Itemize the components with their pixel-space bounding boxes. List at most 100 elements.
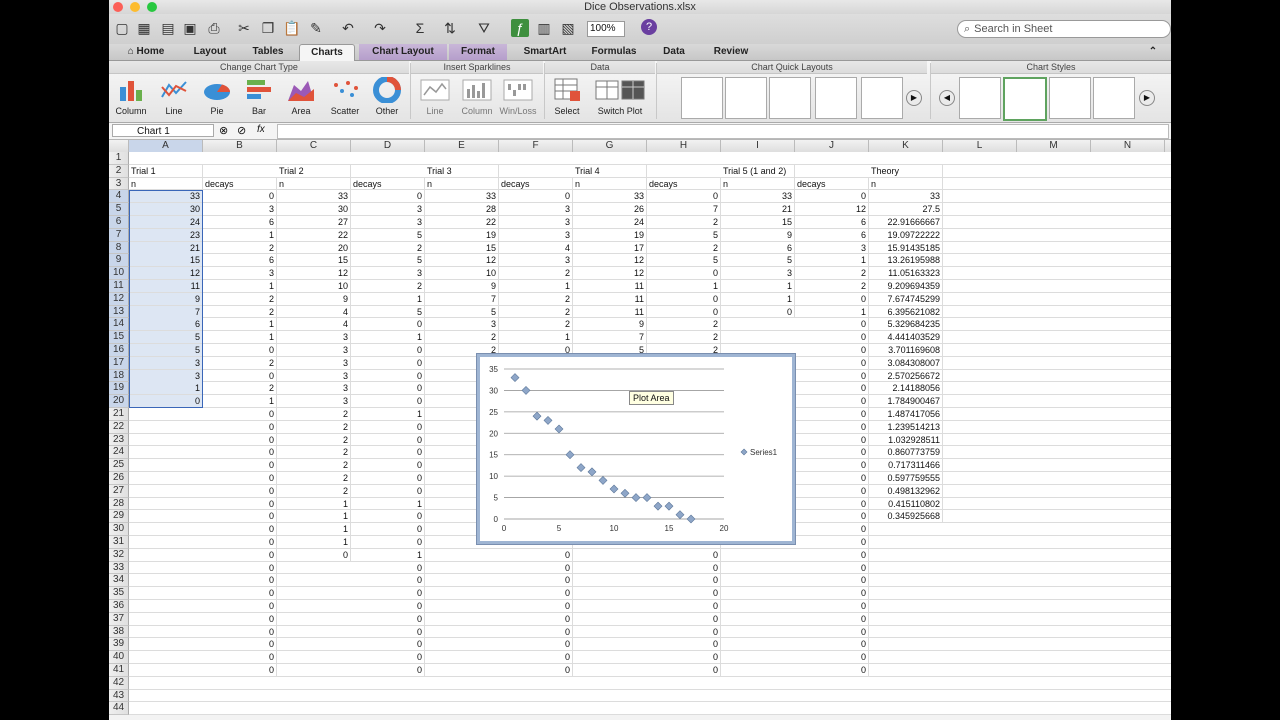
chart-style-3[interactable] <box>1049 77 1091 119</box>
cell-B[interactable]: 6 <box>203 216 277 228</box>
cell-C[interactable]: 12 <box>277 267 351 280</box>
row-header-36[interactable]: 36 <box>109 600 129 613</box>
cell-C[interactable]: 22 <box>277 228 351 241</box>
cell-D[interactable]: 1 <box>351 331 425 344</box>
cell-J[interactable]: 0 <box>795 459 869 472</box>
cell-E[interactable]: 2 <box>425 331 499 344</box>
cell-K[interactable]: 22.91666667 <box>869 216 943 228</box>
row-header-5[interactable]: 5 <box>109 203 129 216</box>
cell-H[interactable]: 0 <box>647 548 721 561</box>
column-chart-button[interactable]: Column <box>111 77 151 119</box>
cell-J[interactable]: 0 <box>795 600 869 612</box>
cell-B[interactable]: 0 <box>203 420 277 433</box>
cell-H[interactable]: 0 <box>647 305 721 318</box>
cell-D[interactable]: 0 <box>351 600 425 612</box>
cell-B[interactable]: 6 <box>203 254 277 267</box>
cell-D[interactable]: 0 <box>351 536 425 548</box>
cell-J[interactable]: 0 <box>795 446 869 459</box>
cell-I[interactable]: n <box>721 177 795 190</box>
cell-G[interactable]: 17 <box>573 241 647 254</box>
open-icon[interactable]: ▤ <box>159 19 177 37</box>
cell-G[interactable]: 33 <box>573 190 647 203</box>
cell-A[interactable]: 23 <box>129 228 203 241</box>
cell-B[interactable]: 0 <box>203 190 277 203</box>
row-header-10[interactable]: 10 <box>109 267 129 280</box>
cell-J[interactable]: 0 <box>795 420 869 433</box>
row-header-17[interactable]: 17 <box>109 356 129 370</box>
cell-K[interactable]: 0.860773759 <box>869 446 943 459</box>
cell-J[interactable]: 1 <box>795 254 869 267</box>
cell-D[interactable]: 3 <box>351 216 425 228</box>
cell-B[interactable]: 0 <box>203 536 277 548</box>
cell-A[interactable]: 5 <box>129 344 203 356</box>
cell-I[interactable]: 6 <box>721 241 795 254</box>
cell-C[interactable]: 3 <box>277 331 351 344</box>
column-header-N[interactable]: N <box>1091 140 1165 152</box>
cell-F[interactable]: 0 <box>499 651 573 664</box>
cell-D[interactable]: 0 <box>351 574 425 587</box>
line-chart-button[interactable]: Line <box>155 77 193 119</box>
cell-K[interactable]: 3.084308007 <box>869 356 943 369</box>
quick-layout-5[interactable] <box>861 77 903 119</box>
cell-B[interactable]: 0 <box>203 587 277 600</box>
row-header-28[interactable]: 28 <box>109 497 129 511</box>
cell-A[interactable]: 30 <box>129 203 203 216</box>
row-header-34[interactable]: 34 <box>109 574 129 588</box>
cell-H[interactable]: 7 <box>647 203 721 216</box>
column-header-B[interactable]: B <box>203 140 277 152</box>
cell-B[interactable]: 1 <box>203 318 277 331</box>
cell-B[interactable]: 0 <box>203 369 277 382</box>
cell-B[interactable]: 1 <box>203 331 277 344</box>
cell-G[interactable]: 26 <box>573 203 647 216</box>
column-header-E[interactable]: E <box>425 140 499 152</box>
cell-J[interactable]: 2 <box>795 280 869 292</box>
cell-C[interactable]: 3 <box>277 344 351 356</box>
cell-H[interactable]: 0 <box>647 664 721 676</box>
column-header-C[interactable]: C <box>277 140 351 152</box>
tab-tables[interactable]: Tables <box>241 44 295 60</box>
cell-C[interactable]: 2 <box>277 472 351 484</box>
cell-B[interactable]: 0 <box>203 561 277 574</box>
cell-B[interactable]: 0 <box>203 548 277 561</box>
cell-A[interactable]: 21 <box>129 241 203 254</box>
cell-I[interactable]: 5 <box>721 254 795 267</box>
cell-I[interactable]: 3 <box>721 267 795 280</box>
cell-C[interactable]: 3 <box>277 395 351 408</box>
cell-D[interactable]: 0 <box>351 369 425 382</box>
other-chart-button[interactable]: Other <box>367 77 407 119</box>
cell-G[interactable]: 12 <box>573 254 647 267</box>
cell-C[interactable]: 3 <box>277 382 351 395</box>
cell-D[interactable]: 0 <box>351 510 425 523</box>
cell-B[interactable]: 0 <box>203 459 277 472</box>
cell-B[interactable]: 2 <box>203 241 277 254</box>
zoom-field[interactable]: 100% <box>587 21 625 37</box>
cell-G[interactable]: 24 <box>573 216 647 228</box>
quick-layout-2[interactable] <box>725 77 767 119</box>
sparkline-column-button[interactable]: Column <box>457 77 497 119</box>
cell-K[interactable]: 15.91435185 <box>869 241 943 254</box>
cell-D[interactable]: 5 <box>351 305 425 318</box>
select-all-corner[interactable] <box>109 140 129 152</box>
row-header-16[interactable]: 16 <box>109 344 129 357</box>
cell-B[interactable]: 1 <box>203 395 277 408</box>
cut-icon[interactable]: ✂ <box>235 19 253 37</box>
cell-G[interactable]: 11 <box>573 280 647 292</box>
redo-icon[interactable]: ↷ <box>371 19 389 37</box>
search-sheet-input[interactable]: ⌕ Search in Sheet <box>957 20 1171 38</box>
cell-D[interactable]: 0 <box>351 318 425 331</box>
cell-K[interactable]: 6.395621082 <box>869 305 943 318</box>
pie-chart-button[interactable]: Pie <box>197 77 237 119</box>
cell-J[interactable]: 0 <box>795 523 869 536</box>
cell-B[interactable]: 0 <box>203 433 277 446</box>
cell-D[interactable]: 0 <box>351 472 425 484</box>
cell-H[interactable]: 2 <box>647 318 721 331</box>
cell-E[interactable]: 15 <box>425 241 499 254</box>
cell-G[interactable]: Trial 4 <box>573 164 647 177</box>
tab-formulas[interactable]: Formulas <box>585 44 643 60</box>
cell-B[interactable]: 2 <box>203 305 277 318</box>
cell-I[interactable]: 1 <box>721 292 795 305</box>
cell-H[interactable]: 0 <box>647 612 721 625</box>
cell-B[interactable]: 1 <box>203 228 277 241</box>
cell-K[interactable]: 1.487417056 <box>869 408 943 420</box>
cell-J[interactable]: 0 <box>795 292 869 305</box>
